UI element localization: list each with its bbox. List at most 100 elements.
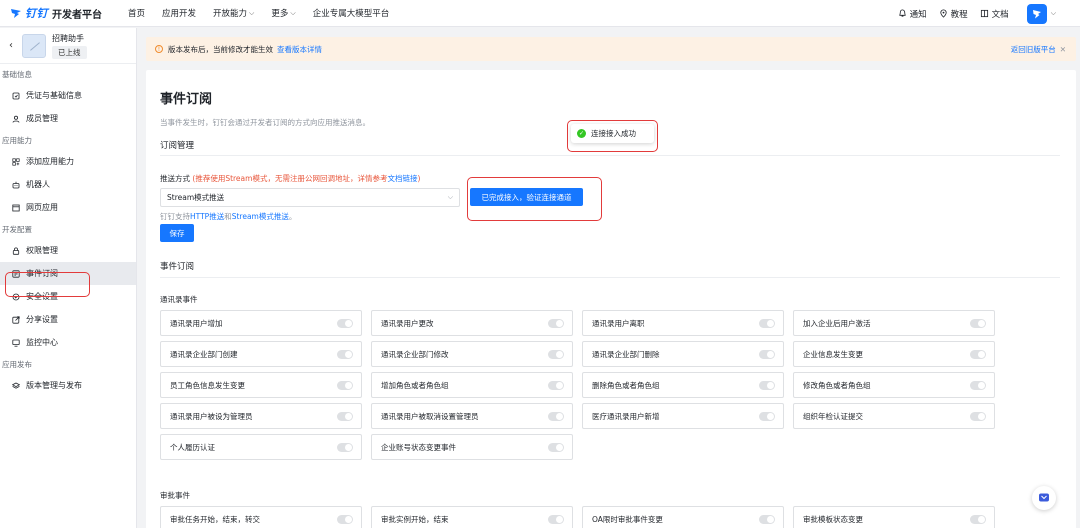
event-toggle[interactable]	[970, 349, 986, 359]
event-item: 审批实例开始，结束	[371, 506, 573, 528]
event-toggle[interactable]	[337, 349, 353, 359]
top-nav-bar: 钉钉 开发者平台 首页 应用开发 开放能力 ⌵ 更多 ⌵ 企业专属大模型平台 通知 …	[0, 0, 1080, 27]
book-icon	[980, 9, 988, 18]
chat-assistant-button[interactable]	[1032, 486, 1056, 510]
event-label: 通讯录企业部门修改	[381, 349, 449, 359]
http-push-link[interactable]: HTTP推送	[190, 212, 224, 221]
event-toggle[interactable]	[759, 380, 775, 390]
event-item: 通讯录企业部门创建	[160, 341, 362, 367]
support-text: 钉钉支持HTTP推送和Stream模式推送。	[160, 212, 297, 221]
event-toggle[interactable]	[337, 514, 353, 524]
chat-bubble-icon	[1039, 493, 1049, 502]
event-toggle[interactable]	[970, 514, 986, 524]
brand[interactable]: 钉钉 开发者平台	[0, 5, 118, 21]
nav-llm-platform[interactable]: 企业专属大模型平台	[313, 7, 390, 19]
tutorial-link[interactable]: 教程	[939, 8, 968, 20]
monitor-icon	[12, 339, 20, 347]
chevron-down-icon: ⌵	[447, 193, 453, 201]
sidebar-item-credentials[interactable]: 凭证与基础信息	[0, 84, 136, 107]
sidebar-item-versions[interactable]: 版本管理与发布	[0, 374, 136, 397]
event-toggle[interactable]	[548, 442, 564, 452]
event-subscription-title: 事件订阅	[160, 262, 195, 272]
subscription-management-title: 订阅管理	[160, 141, 195, 151]
bell-icon	[898, 9, 906, 17]
event-toggle[interactable]	[548, 411, 564, 421]
person-icon	[12, 115, 20, 123]
old-platform-link[interactable]: 返回旧版平台 ✕	[1011, 44, 1066, 55]
push-mode-select[interactable]: Stream模式推送 ⌵	[160, 188, 460, 207]
chevron-down-icon: ⌵	[249, 8, 255, 17]
event-label: 个人履历认证	[170, 442, 215, 452]
event-toggle[interactable]	[970, 380, 986, 390]
sidebar-item-permissions[interactable]: 权限管理	[0, 239, 136, 262]
app-name: 招聘助手	[52, 33, 84, 43]
divider	[160, 277, 1060, 278]
add-grid-icon	[12, 157, 20, 166]
brand-title: 开发者平台	[52, 9, 102, 21]
app-status-badge: 已上线	[52, 45, 87, 59]
event-item: 通讯录用户被设为管理员	[160, 403, 362, 429]
event-item: 通讯录企业部门修改	[371, 341, 573, 367]
event-label: 审批实例开始，结束	[381, 514, 449, 524]
sidebar-item-robot[interactable]: 机器人	[0, 173, 136, 196]
event-item: 企业账号状态变更事件	[371, 434, 573, 460]
event-toggle[interactable]	[548, 349, 564, 359]
sidebar-item-share[interactable]: 分享设置	[0, 308, 136, 331]
stream-push-link[interactable]: Stream模式推送	[232, 212, 289, 221]
event-toggle[interactable]	[759, 349, 775, 359]
event-toggle[interactable]	[337, 442, 353, 452]
sidebar-item-monitor[interactable]: 监控中心	[0, 331, 136, 354]
back-arrow-icon[interactable]: ‹	[4, 40, 18, 51]
app-header: ‹ 招聘助手 已上线	[0, 28, 136, 64]
top-right-links: 通知 教程 文档 ⌵	[898, 0, 1056, 27]
event-label: 组织年检认证提交	[803, 411, 863, 421]
event-toggle[interactable]	[970, 411, 986, 421]
user-avatar[interactable]	[1026, 3, 1047, 24]
sidebar-group-dev-config: 开发配置	[2, 224, 32, 234]
sidebar-item-add-capability[interactable]: 添加应用能力	[0, 150, 136, 173]
event-item: 通讯录用户更改	[371, 310, 573, 336]
sidebar-item-members[interactable]: 成员管理	[0, 107, 136, 130]
notify-link[interactable]: 通知	[898, 8, 927, 20]
event-toggle[interactable]	[337, 380, 353, 390]
event-item: 员工角色信息发生变更	[160, 372, 362, 398]
main-nav: 首页 应用开发 开放能力 ⌵ 更多 ⌵ 企业专属大模型平台	[128, 7, 390, 20]
event-item: 企业信息发生变更	[793, 341, 995, 367]
event-label: 通讯录企业部门创建	[170, 349, 238, 359]
sidebar-group-basic: 基础信息	[2, 69, 32, 79]
docs-link[interactable]: 文档	[980, 8, 1009, 20]
sidebar-item-webpage[interactable]: 网页应用	[0, 196, 136, 219]
robot-icon	[12, 181, 20, 188]
event-toggle[interactable]	[548, 380, 564, 390]
event-toggle[interactable]	[759, 318, 775, 328]
doc-link[interactable]: 文档链接	[387, 174, 417, 183]
nav-app-dev[interactable]: 应用开发	[162, 7, 196, 19]
verify-connection-button[interactable]: 已完成接入，验证连接通道	[470, 188, 583, 206]
event-toggle[interactable]	[337, 411, 353, 421]
success-toast: ✓ 连接接入成功	[571, 124, 654, 143]
event-label: 审批模板状态变更	[803, 514, 863, 524]
chevron-down-icon[interactable]: ⌵	[1051, 9, 1056, 18]
nav-more[interactable]: 更多 ⌵	[271, 7, 295, 20]
page-description: 当事件发生时，钉钉会通过开发者订阅的方式向应用推送消息。	[160, 118, 370, 127]
event-label: 员工角色信息发生变更	[170, 380, 245, 390]
contacts-events-title: 通讯录事件	[160, 295, 198, 304]
event-toggle[interactable]	[759, 411, 775, 421]
nav-home[interactable]: 首页	[128, 7, 145, 19]
close-icon[interactable]: ✕	[1060, 45, 1066, 54]
event-toggle[interactable]	[337, 318, 353, 328]
nav-open-capability[interactable]: 开放能力 ⌵	[213, 7, 255, 20]
event-item: 个人履历认证	[160, 434, 362, 460]
event-toggle[interactable]	[970, 318, 986, 328]
event-toggle[interactable]	[759, 514, 775, 524]
event-label: 修改角色或者角色组	[803, 380, 871, 390]
event-item: 通讯录企业部门删除	[582, 341, 784, 367]
event-item: 医疗通讯录用户新增	[582, 403, 784, 429]
info-icon: !	[155, 45, 163, 53]
event-toggle[interactable]	[548, 318, 564, 328]
version-detail-link[interactable]: 查看版本详情	[277, 44, 322, 55]
event-label: 审批任务开始，结束，转交	[170, 514, 260, 524]
event-toggle[interactable]	[548, 514, 564, 524]
save-button[interactable]: 保存	[160, 224, 194, 242]
event-label: 企业账号状态变更事件	[381, 442, 456, 452]
